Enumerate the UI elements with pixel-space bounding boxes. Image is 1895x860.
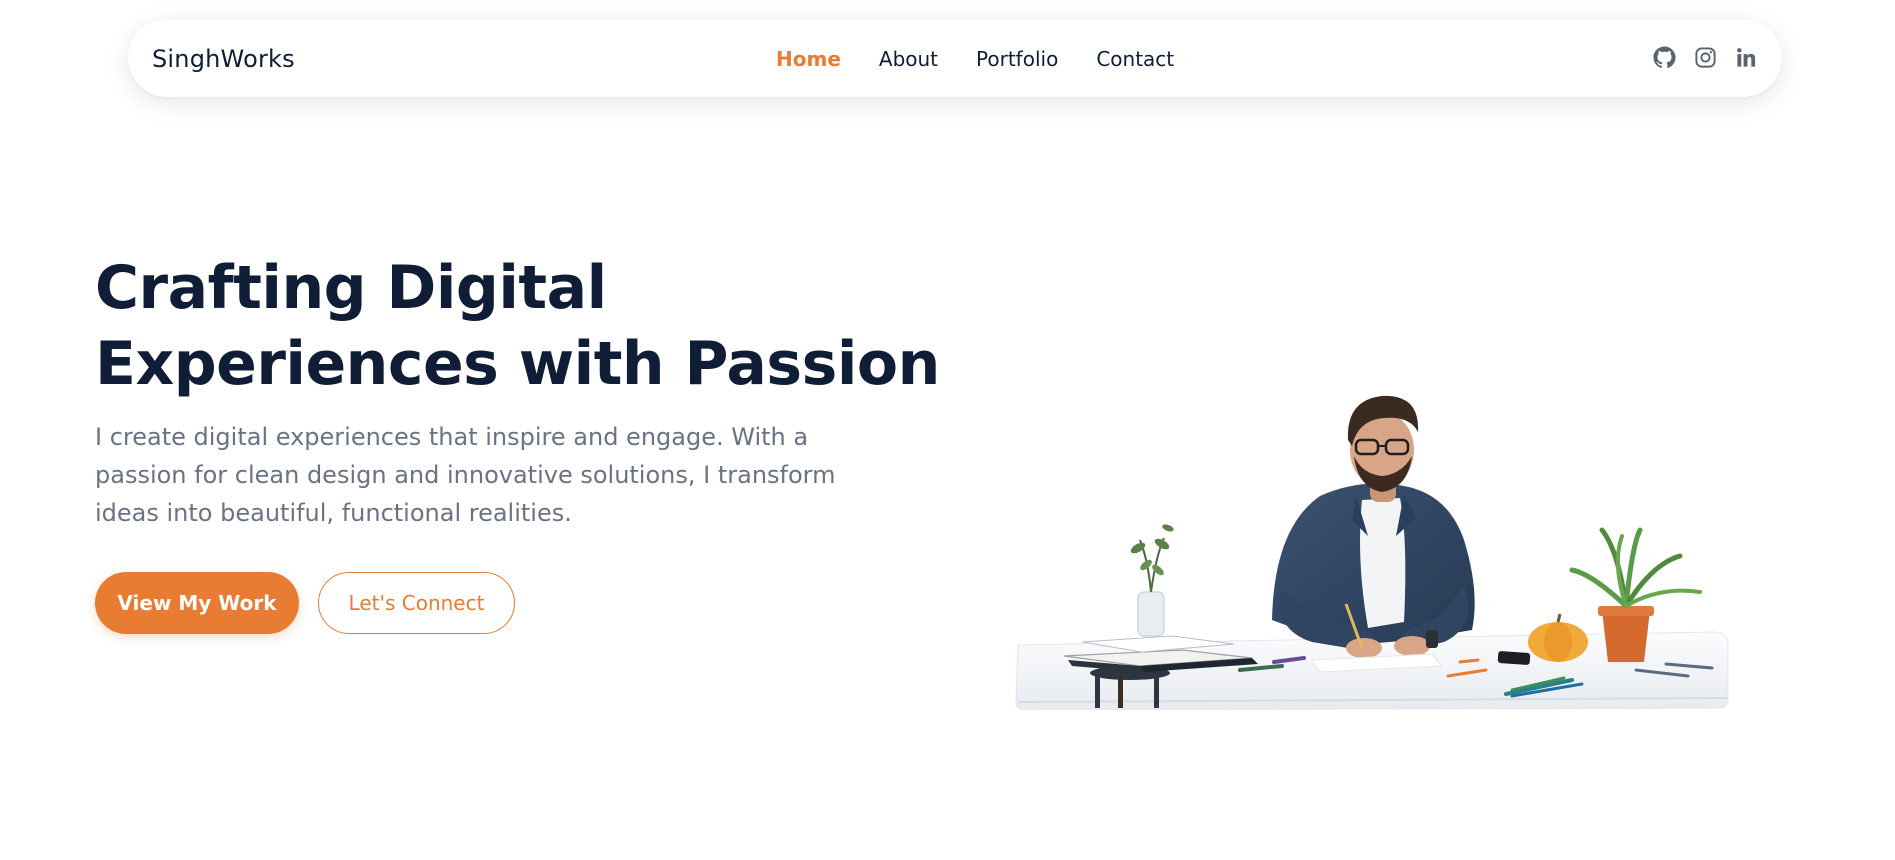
nav-item-about[interactable]: About [879,46,938,72]
brand-logo[interactable]: SinghWorks [152,44,295,74]
social-links [1653,46,1758,69]
nav-item-home[interactable]: Home [776,46,841,72]
page: SinghWorks Home About Portfolio Contact [0,0,1895,860]
hero-headline-line-2: Experiences with Passion [95,329,940,399]
view-my-work-button[interactable]: View My Work [95,572,299,634]
nav-item-portfolio[interactable]: Portfolio [976,46,1058,72]
hero-headline: Crafting Digital Experiences with Passio… [95,250,940,402]
navbar: SinghWorks Home About Portfolio Contact [128,19,1782,97]
hero-headline-line-1: Crafting Digital [95,253,607,323]
designer-at-desk-illustration [1015,395,1729,710]
hero-subtitle: I create digital experiences that inspir… [95,423,836,527]
nav-links: Home About Portfolio Contact [776,46,1174,72]
lets-connect-button[interactable]: Let's Connect [318,572,515,634]
github-icon[interactable] [1653,46,1676,69]
instagram-icon[interactable] [1694,46,1717,69]
nav-item-contact[interactable]: Contact [1096,46,1174,72]
linkedin-icon[interactable] [1735,46,1758,69]
